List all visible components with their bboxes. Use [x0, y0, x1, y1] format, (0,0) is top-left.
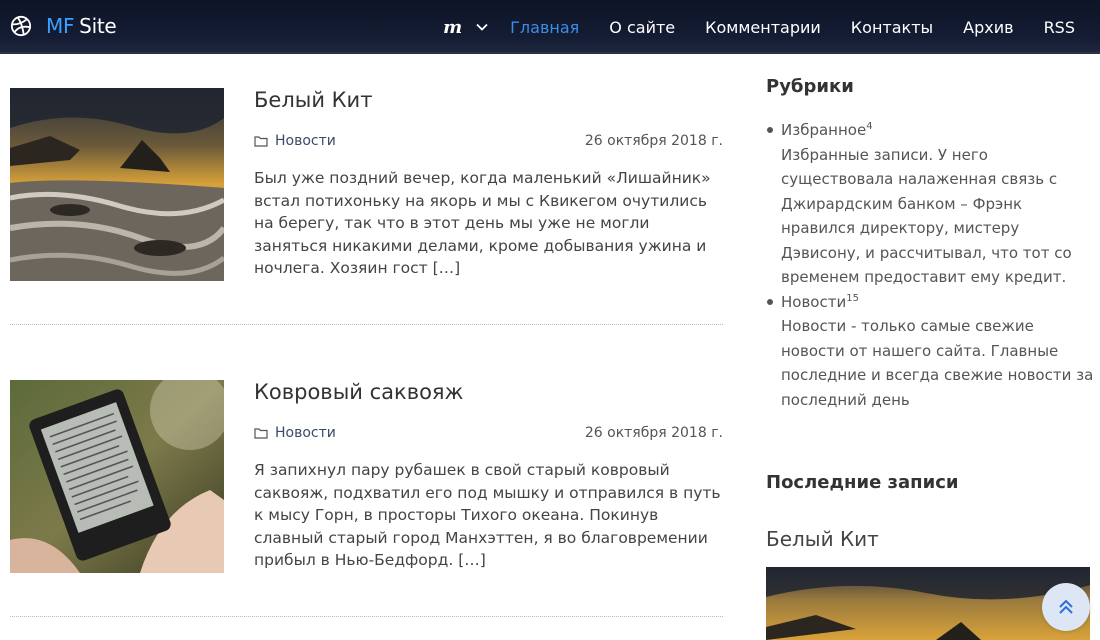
post-thumbnail-ereader[interactable] [10, 380, 224, 573]
recent-post-title[interactable]: Белый Кит [766, 527, 879, 551]
category-item: Новости15 Новости - только самые свежие … [766, 290, 1096, 413]
logo-text: MF Site [46, 14, 117, 38]
post-excerpt: Был уже поздний вечер, когда маленький «… [254, 169, 711, 277]
folder-icon [254, 428, 268, 439]
nav-item-comments[interactable]: Комментарии [705, 18, 821, 37]
scroll-to-top-button[interactable] [1042, 583, 1090, 631]
dribbble-icon [10, 15, 32, 37]
logo-prefix: MF [46, 14, 75, 38]
site-header: MF Site m Главная О сайте Комментарии Кон… [0, 0, 1100, 54]
category-name: Избранное [781, 121, 867, 139]
m-icon: m [443, 16, 463, 38]
m-dropdown[interactable]: m [443, 17, 488, 38]
post-divider [10, 616, 723, 617]
post-category-label: Новости [275, 133, 336, 149]
post-divider [10, 324, 723, 325]
nav-item-rss[interactable]: RSS [1044, 18, 1075, 37]
categories-list: Избранное4 Избранные записи. У него суще… [766, 118, 1096, 412]
category-description: Новости - только самые свежие новости от… [781, 317, 1094, 409]
category-count: 4 [866, 121, 873, 132]
post-meta: Новости 26 октября 2018 г. [254, 133, 723, 149]
nav-item-about[interactable]: О сайте [609, 18, 675, 37]
recent-posts-widget-title: Последние записи [766, 472, 959, 493]
categories-widget-title: Рубрики [766, 76, 854, 97]
main-nav: m Главная О сайте Комментарии Контакты А… [443, 0, 1100, 54]
nav-item-contacts[interactable]: Контакты [851, 18, 933, 37]
site-logo[interactable]: MF Site [10, 14, 117, 38]
chevron-down-icon [476, 23, 488, 31]
post-title[interactable]: Ковровый саквояж [254, 380, 463, 404]
category-item: Избранное4 Избранные записи. У него суще… [766, 118, 1096, 290]
category-link[interactable]: Новости15 [781, 293, 859, 311]
post-thumbnail-beach[interactable] [10, 88, 224, 281]
post-title[interactable]: Белый Кит [254, 88, 372, 112]
post-meta: Новости 26 октября 2018 г. [254, 425, 723, 441]
category-name: Новости [781, 292, 847, 311]
nav-item-archive[interactable]: Архив [963, 18, 1013, 37]
nav-item-home[interactable]: Главная [510, 18, 579, 37]
post-card: Ковровый саквояж Новости 26 октября 2018… [10, 380, 723, 580]
category-link[interactable]: Избранное4 [781, 121, 873, 139]
double-chevron-up-icon [1059, 599, 1073, 614]
post-category-label: Новости [275, 425, 336, 441]
post-date: 26 октября 2018 г. [584, 425, 723, 441]
post-date: 26 октября 2018 г. [584, 133, 723, 149]
post-category[interactable]: Новости [254, 425, 336, 441]
folder-icon [254, 136, 268, 147]
post-card: Белый Кит Новости 26 октября 2018 г. Был… [10, 88, 723, 288]
category-description: Избранные записи. У него существовала на… [781, 145, 1072, 287]
post-category[interactable]: Новости [254, 133, 336, 149]
logo-name: Site [79, 14, 117, 38]
post-excerpt: Я запихнул пару рубашек в свой старый ко… [254, 461, 721, 569]
category-count: 15 [846, 292, 859, 304]
